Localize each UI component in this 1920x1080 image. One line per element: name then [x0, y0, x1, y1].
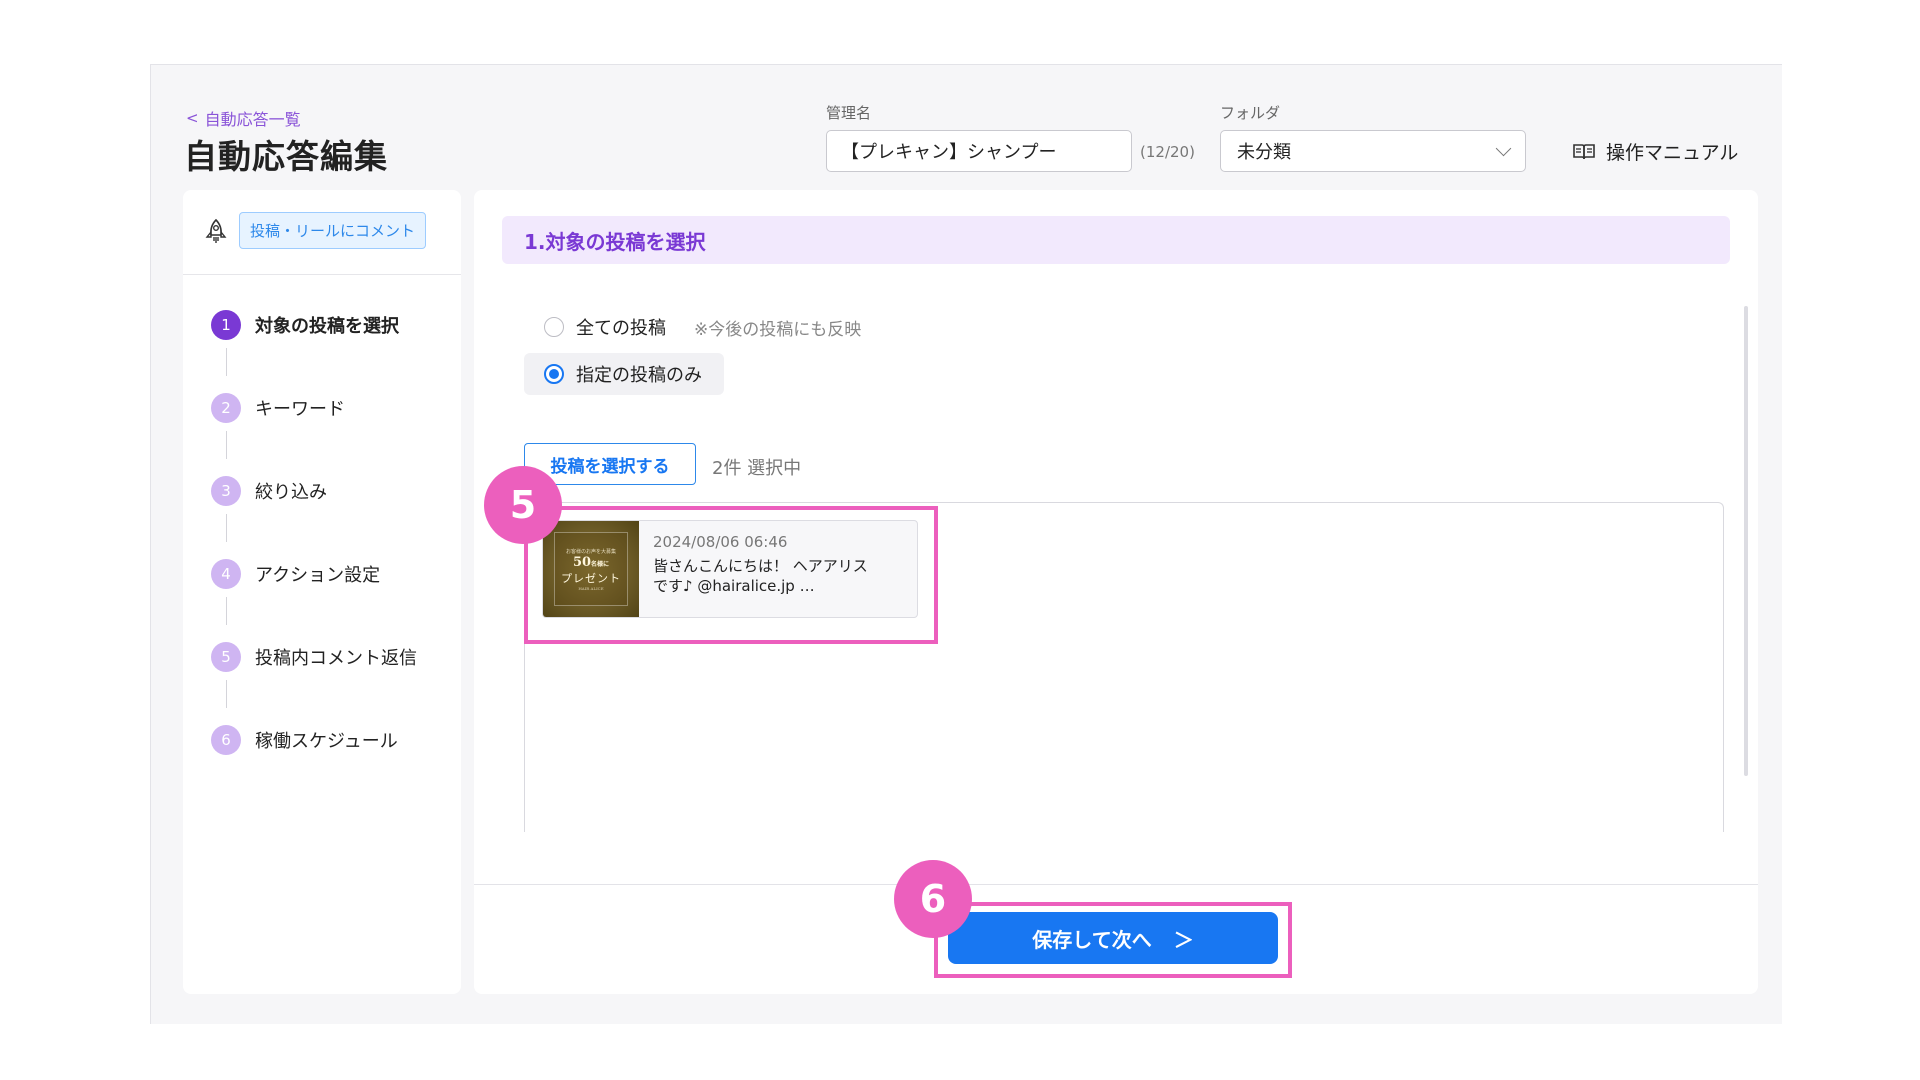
- step-3[interactable]: 3 絞り込み: [211, 476, 327, 506]
- radio-button[interactable]: [544, 317, 564, 337]
- step-number: 6: [211, 725, 241, 755]
- step-6[interactable]: 6 稼働スケジュール: [211, 725, 398, 755]
- radio-all-label: 全ての投稿: [576, 318, 666, 339]
- chevron-left-icon: <: [186, 109, 199, 127]
- highlight-post-card: [524, 506, 938, 644]
- footer-divider: [474, 884, 1758, 885]
- selected-count: 2件 選択中: [712, 458, 802, 479]
- step-label: 対象の投稿を選択: [255, 316, 399, 337]
- step-number: 2: [211, 393, 241, 423]
- folder-label: フォルダ: [1220, 104, 1281, 122]
- step-2[interactable]: 2 キーワード: [211, 393, 345, 423]
- step-5[interactable]: 5 投稿内コメント返信: [211, 642, 417, 672]
- step-label: キーワード: [255, 399, 345, 420]
- back-link-label: 自動応答一覧: [204, 110, 301, 129]
- name-label: 管理名: [826, 104, 872, 122]
- section-title: 1.対象の投稿を選択: [502, 216, 1730, 264]
- step-number: 4: [211, 559, 241, 589]
- folder-select-value: 未分類: [1237, 142, 1291, 163]
- radio-specific-label: 指定の投稿のみ: [576, 365, 702, 386]
- manual-link-label: 操作マニュアル: [1606, 142, 1739, 164]
- trigger-badge: 投稿・リールにコメント: [239, 212, 427, 249]
- step-number: 5: [211, 642, 241, 672]
- callout-badge-6: 6: [894, 860, 972, 938]
- scrollbar[interactable]: [1744, 306, 1748, 776]
- step-connector: [226, 597, 227, 625]
- rocket-icon: [205, 218, 227, 243]
- radio-specific-posts[interactable]: 指定の投稿のみ: [524, 353, 724, 395]
- highlight-save-button: [934, 902, 1292, 978]
- step-1[interactable]: 1 対象の投稿を選択: [211, 310, 399, 340]
- manual-link[interactable]: 操作マニュアル: [1572, 138, 1738, 165]
- step-label: 投稿内コメント返信: [255, 648, 417, 669]
- step-4[interactable]: 4 アクション設定: [211, 559, 380, 589]
- page-title: 自動応答編集: [184, 137, 388, 176]
- step-label: 絞り込み: [255, 482, 327, 503]
- step-label: アクション設定: [255, 565, 381, 586]
- step-connector: [226, 514, 227, 542]
- trigger-row: 投稿・リールにコメント: [205, 212, 427, 249]
- callout-badge-5: 5: [484, 466, 562, 544]
- name-input[interactable]: [826, 130, 1132, 172]
- step-number: 3: [211, 476, 241, 506]
- radio-all-note: ※今後の投稿にも反映: [694, 319, 862, 340]
- step-connector: [226, 680, 227, 708]
- book-icon: [1573, 143, 1595, 159]
- chevron-down-icon: [1495, 140, 1512, 156]
- step-number: 1: [211, 310, 241, 340]
- radio-button-checked[interactable]: [544, 364, 564, 384]
- step-sidebar: 投稿・リールにコメント 1 対象の投稿を選択 2 キーワード 3 絞り込み 4 …: [183, 190, 461, 994]
- back-link[interactable]: < 自動応答一覧: [186, 106, 301, 130]
- radio-all-posts[interactable]: 全ての投稿 ※今後の投稿にも反映: [544, 314, 861, 340]
- step-label: 稼働スケジュール: [255, 731, 398, 752]
- folder-select[interactable]: 未分類: [1220, 130, 1526, 172]
- name-counter: (12/20): [1140, 143, 1195, 161]
- sidebar-divider: [183, 274, 461, 275]
- step-connector: [226, 348, 227, 376]
- step-connector: [226, 431, 227, 459]
